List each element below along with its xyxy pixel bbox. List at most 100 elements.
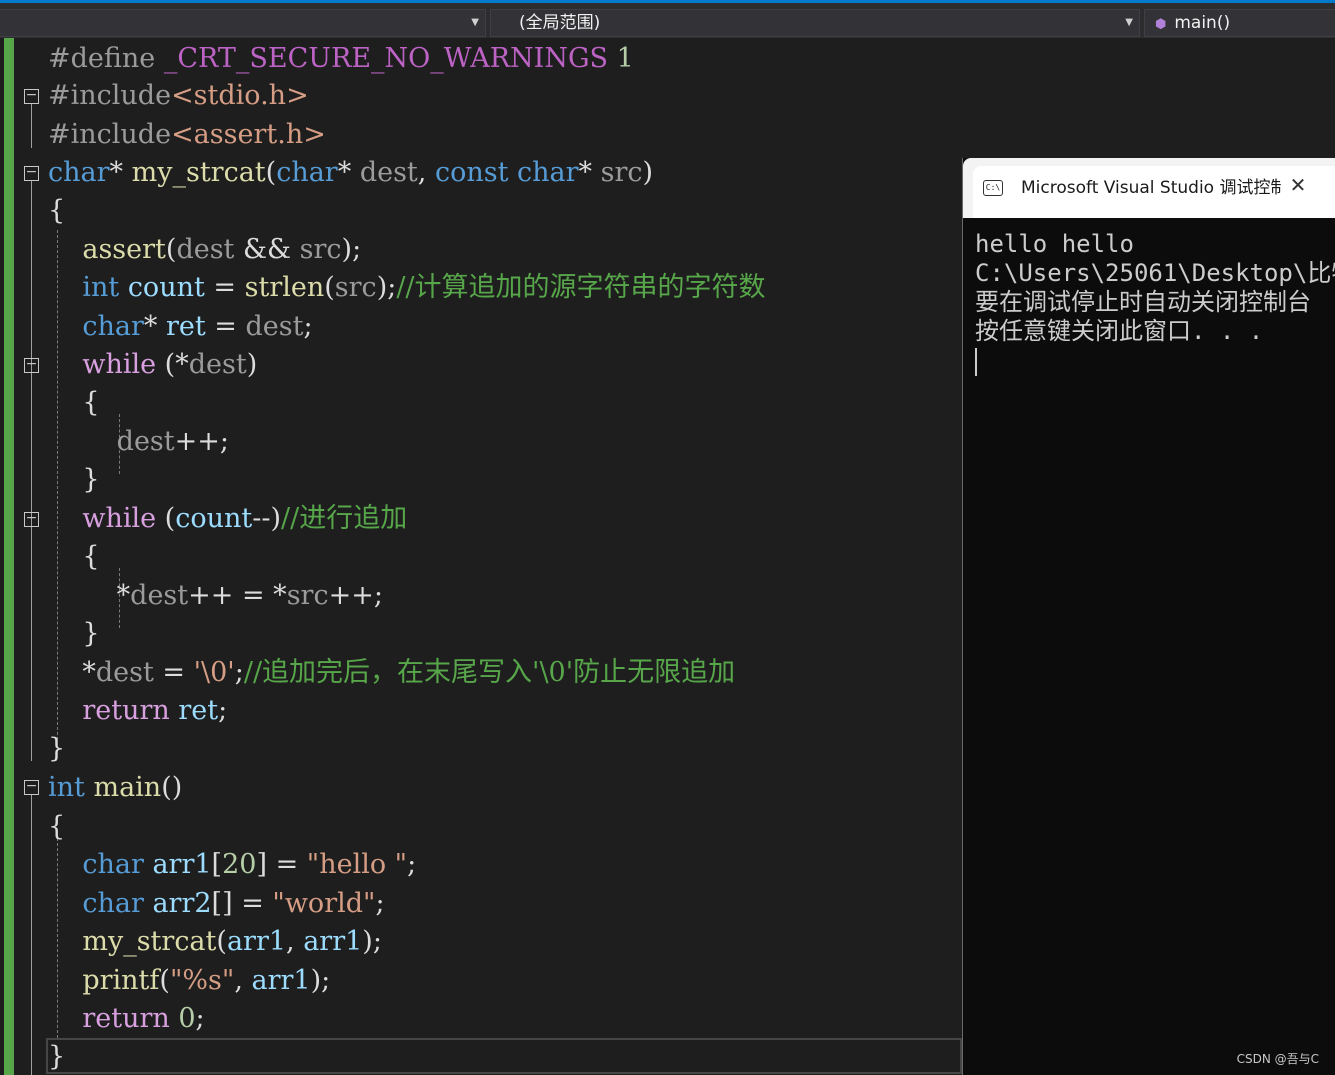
code-token: _CRT_SECURE_NO_WARNINGS bbox=[163, 43, 609, 74]
code-token: ( bbox=[165, 234, 177, 265]
code-line[interactable]: char* ret = dest; bbox=[48, 308, 312, 346]
code-token: char bbox=[517, 157, 579, 188]
code-token: src bbox=[286, 580, 329, 611]
code-token: ret bbox=[165, 311, 206, 342]
collapse-icon[interactable]: − bbox=[24, 165, 39, 181]
console-output: hello hello C:\Users\25061\Desktop\比特 要在… bbox=[975, 230, 1335, 376]
code-line[interactable]: #include<assert.h> bbox=[48, 116, 326, 154]
code-token: my_strcat bbox=[82, 926, 217, 957]
code-token: { bbox=[48, 541, 100, 572]
code-token: * bbox=[48, 657, 96, 688]
code-line[interactable]: } bbox=[48, 730, 65, 768]
code-token: ) bbox=[246, 349, 258, 380]
project-dropdown[interactable]: ▼ bbox=[0, 9, 486, 37]
change-tracking-margin bbox=[4, 38, 14, 1075]
code-line[interactable]: *dest++ = *src++; bbox=[48, 577, 383, 615]
code-line[interactable]: *dest = '\0';//追加完后，在末尾写入'\0'防止无限追加 bbox=[48, 654, 735, 692]
code-token: <stdio.h> bbox=[171, 80, 309, 111]
fold-line bbox=[31, 795, 32, 1075]
code-line[interactable]: char arr1[20] = "hello "; bbox=[48, 846, 416, 884]
code-token: int bbox=[82, 272, 120, 303]
code-token: ] = bbox=[256, 849, 307, 880]
code-token: "world" bbox=[272, 888, 376, 919]
code-token: ; bbox=[218, 695, 228, 726]
collapse-icon[interactable]: − bbox=[24, 88, 39, 104]
code-token: return bbox=[82, 1003, 170, 1034]
code-token: ); bbox=[310, 965, 331, 996]
debug-console-window[interactable]: C:\ Microsoft Visual Studio 调试控制台 ✕ hell… bbox=[962, 158, 1335, 1075]
code-token: () bbox=[161, 772, 183, 803]
code-token: ++ = * bbox=[188, 580, 287, 611]
code-token: 1 bbox=[608, 43, 634, 74]
code-line[interactable]: } bbox=[48, 615, 99, 653]
code-line[interactable]: char* my_strcat(char* dest, const char* … bbox=[48, 154, 653, 192]
code-token: , bbox=[417, 157, 435, 188]
code-line[interactable]: { bbox=[48, 192, 65, 230]
terminal-icon: C:\ bbox=[983, 180, 1003, 196]
code-line[interactable]: int main() bbox=[48, 769, 182, 807]
collapse-icon[interactable]: − bbox=[24, 779, 39, 795]
collapse-icon[interactable]: − bbox=[24, 357, 39, 373]
scope-dropdown[interactable]: (全局范围) ▼ bbox=[490, 9, 1140, 37]
code-token: , bbox=[234, 965, 252, 996]
code-line[interactable]: #include<stdio.h> bbox=[48, 77, 309, 115]
collapse-icon[interactable]: − bbox=[24, 511, 39, 527]
code-token: ( bbox=[324, 272, 335, 303]
code-token: ); bbox=[341, 234, 362, 265]
code-line[interactable]: { bbox=[48, 384, 100, 422]
code-line[interactable]: return 0; bbox=[48, 1000, 204, 1038]
code-line[interactable]: return ret; bbox=[48, 692, 227, 730]
code-line[interactable]: assert(dest && src); bbox=[48, 231, 361, 269]
code-line[interactable]: char arr2[] = "world"; bbox=[48, 885, 384, 923]
code-token: ( bbox=[159, 965, 170, 996]
code-token: } bbox=[48, 733, 66, 764]
code-token: src bbox=[600, 157, 643, 188]
code-token: * bbox=[109, 157, 132, 188]
code-token: ; bbox=[407, 849, 417, 880]
code-line[interactable]: #define _CRT_SECURE_NO_WARNINGS 1 bbox=[48, 40, 634, 78]
code-token: } bbox=[48, 464, 100, 495]
code-line[interactable]: my_strcat(arr1, arr1); bbox=[48, 923, 382, 961]
code-token: count bbox=[127, 272, 205, 303]
code-token: assert bbox=[82, 234, 166, 265]
code-token: const bbox=[434, 157, 509, 188]
code-line[interactable]: { bbox=[48, 538, 100, 576]
code-token: "hello " bbox=[306, 849, 408, 880]
current-line-highlight bbox=[46, 1038, 962, 1074]
function-dropdown[interactable]: ⬢ main() bbox=[1144, 9, 1335, 37]
console-line: C:\Users\25061\Desktop\比特 bbox=[975, 259, 1335, 287]
code-line[interactable]: int count = strlen(src);//计算追加的源字符串的字符数 bbox=[48, 269, 765, 307]
code-line[interactable]: } bbox=[48, 461, 100, 499]
console-title-bar[interactable]: C:\ Microsoft Visual Studio 调试控制台 ✕ bbox=[963, 158, 1335, 218]
code-token: #define bbox=[48, 43, 164, 74]
text-cursor bbox=[975, 348, 977, 376]
watermark: CSDN @吾与C bbox=[1236, 1052, 1319, 1066]
close-icon[interactable]: ✕ bbox=[1285, 172, 1311, 198]
code-token: '\0' bbox=[193, 657, 235, 688]
code-token: arr1 bbox=[251, 965, 311, 996]
code-line[interactable]: while (count--)//进行追加 bbox=[48, 500, 407, 538]
code-token: ; bbox=[234, 657, 244, 688]
code-line[interactable]: while (*dest) bbox=[48, 346, 257, 384]
code-line[interactable]: printf("%s", arr1); bbox=[48, 962, 330, 1000]
method-icon: ⬢ bbox=[1155, 17, 1167, 32]
code-token: dest bbox=[188, 349, 247, 380]
code-token: my_strcat bbox=[131, 157, 266, 188]
code-token: char bbox=[276, 157, 338, 188]
code-line[interactable]: { bbox=[48, 808, 65, 846]
code-editor[interactable]: − − − − − #define _CRT_SECURE_NO_WARNING… bbox=[18, 38, 962, 1075]
code-token: { bbox=[48, 387, 100, 418]
code-token: arr1 bbox=[152, 849, 212, 880]
code-line[interactable]: dest++; bbox=[48, 423, 229, 461]
